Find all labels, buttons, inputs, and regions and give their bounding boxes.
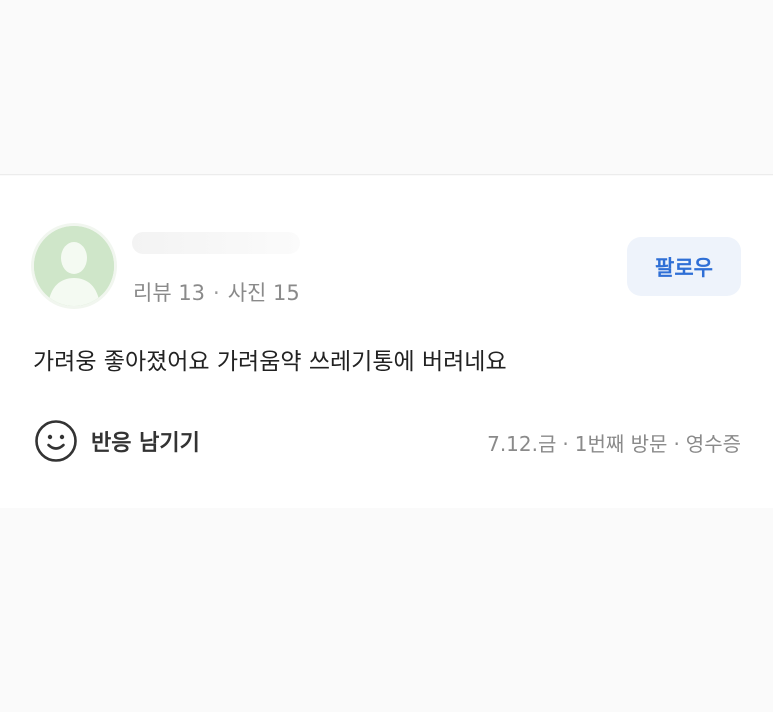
follow-button[interactable]: 팔로우 — [627, 237, 741, 296]
review-count: 리뷰 13 — [133, 281, 206, 305]
bottom-blank-area — [0, 508, 773, 712]
visit-count: 1번째 방문 — [574, 432, 668, 456]
default-user-silhouette-icon — [34, 226, 114, 306]
photo-count: 사진 15 — [227, 281, 300, 305]
top-blank-area — [0, 0, 773, 175]
react-button[interactable]: 반응 남기기 — [34, 419, 200, 463]
separator-dot: · — [673, 432, 680, 456]
avatar[interactable] — [34, 226, 114, 306]
smile-icon — [35, 420, 77, 462]
author-stats: 리뷰 13 · 사진 15 — [133, 277, 300, 307]
visit-info: 7.12.금 · 1번째 방문 · 영수증 — [487, 428, 741, 457]
react-label: 반응 남기기 — [91, 431, 200, 456]
separator-dot: · — [213, 281, 220, 305]
receipt-badge: 영수증 — [685, 432, 741, 456]
visit-date: 7.12.금 — [487, 432, 557, 456]
review-card: 리뷰 13 · 사진 15 팔로우 가려웅 좋아졌어요 가려움약 쓰레기통에 버려네… — [0, 176, 773, 508]
review-text: 가려웅 좋아졌어요 가려움약 쓰레기통에 버려네요 — [33, 349, 507, 375]
author-name-blurred — [132, 232, 300, 254]
separator-dot: · — [562, 432, 569, 456]
